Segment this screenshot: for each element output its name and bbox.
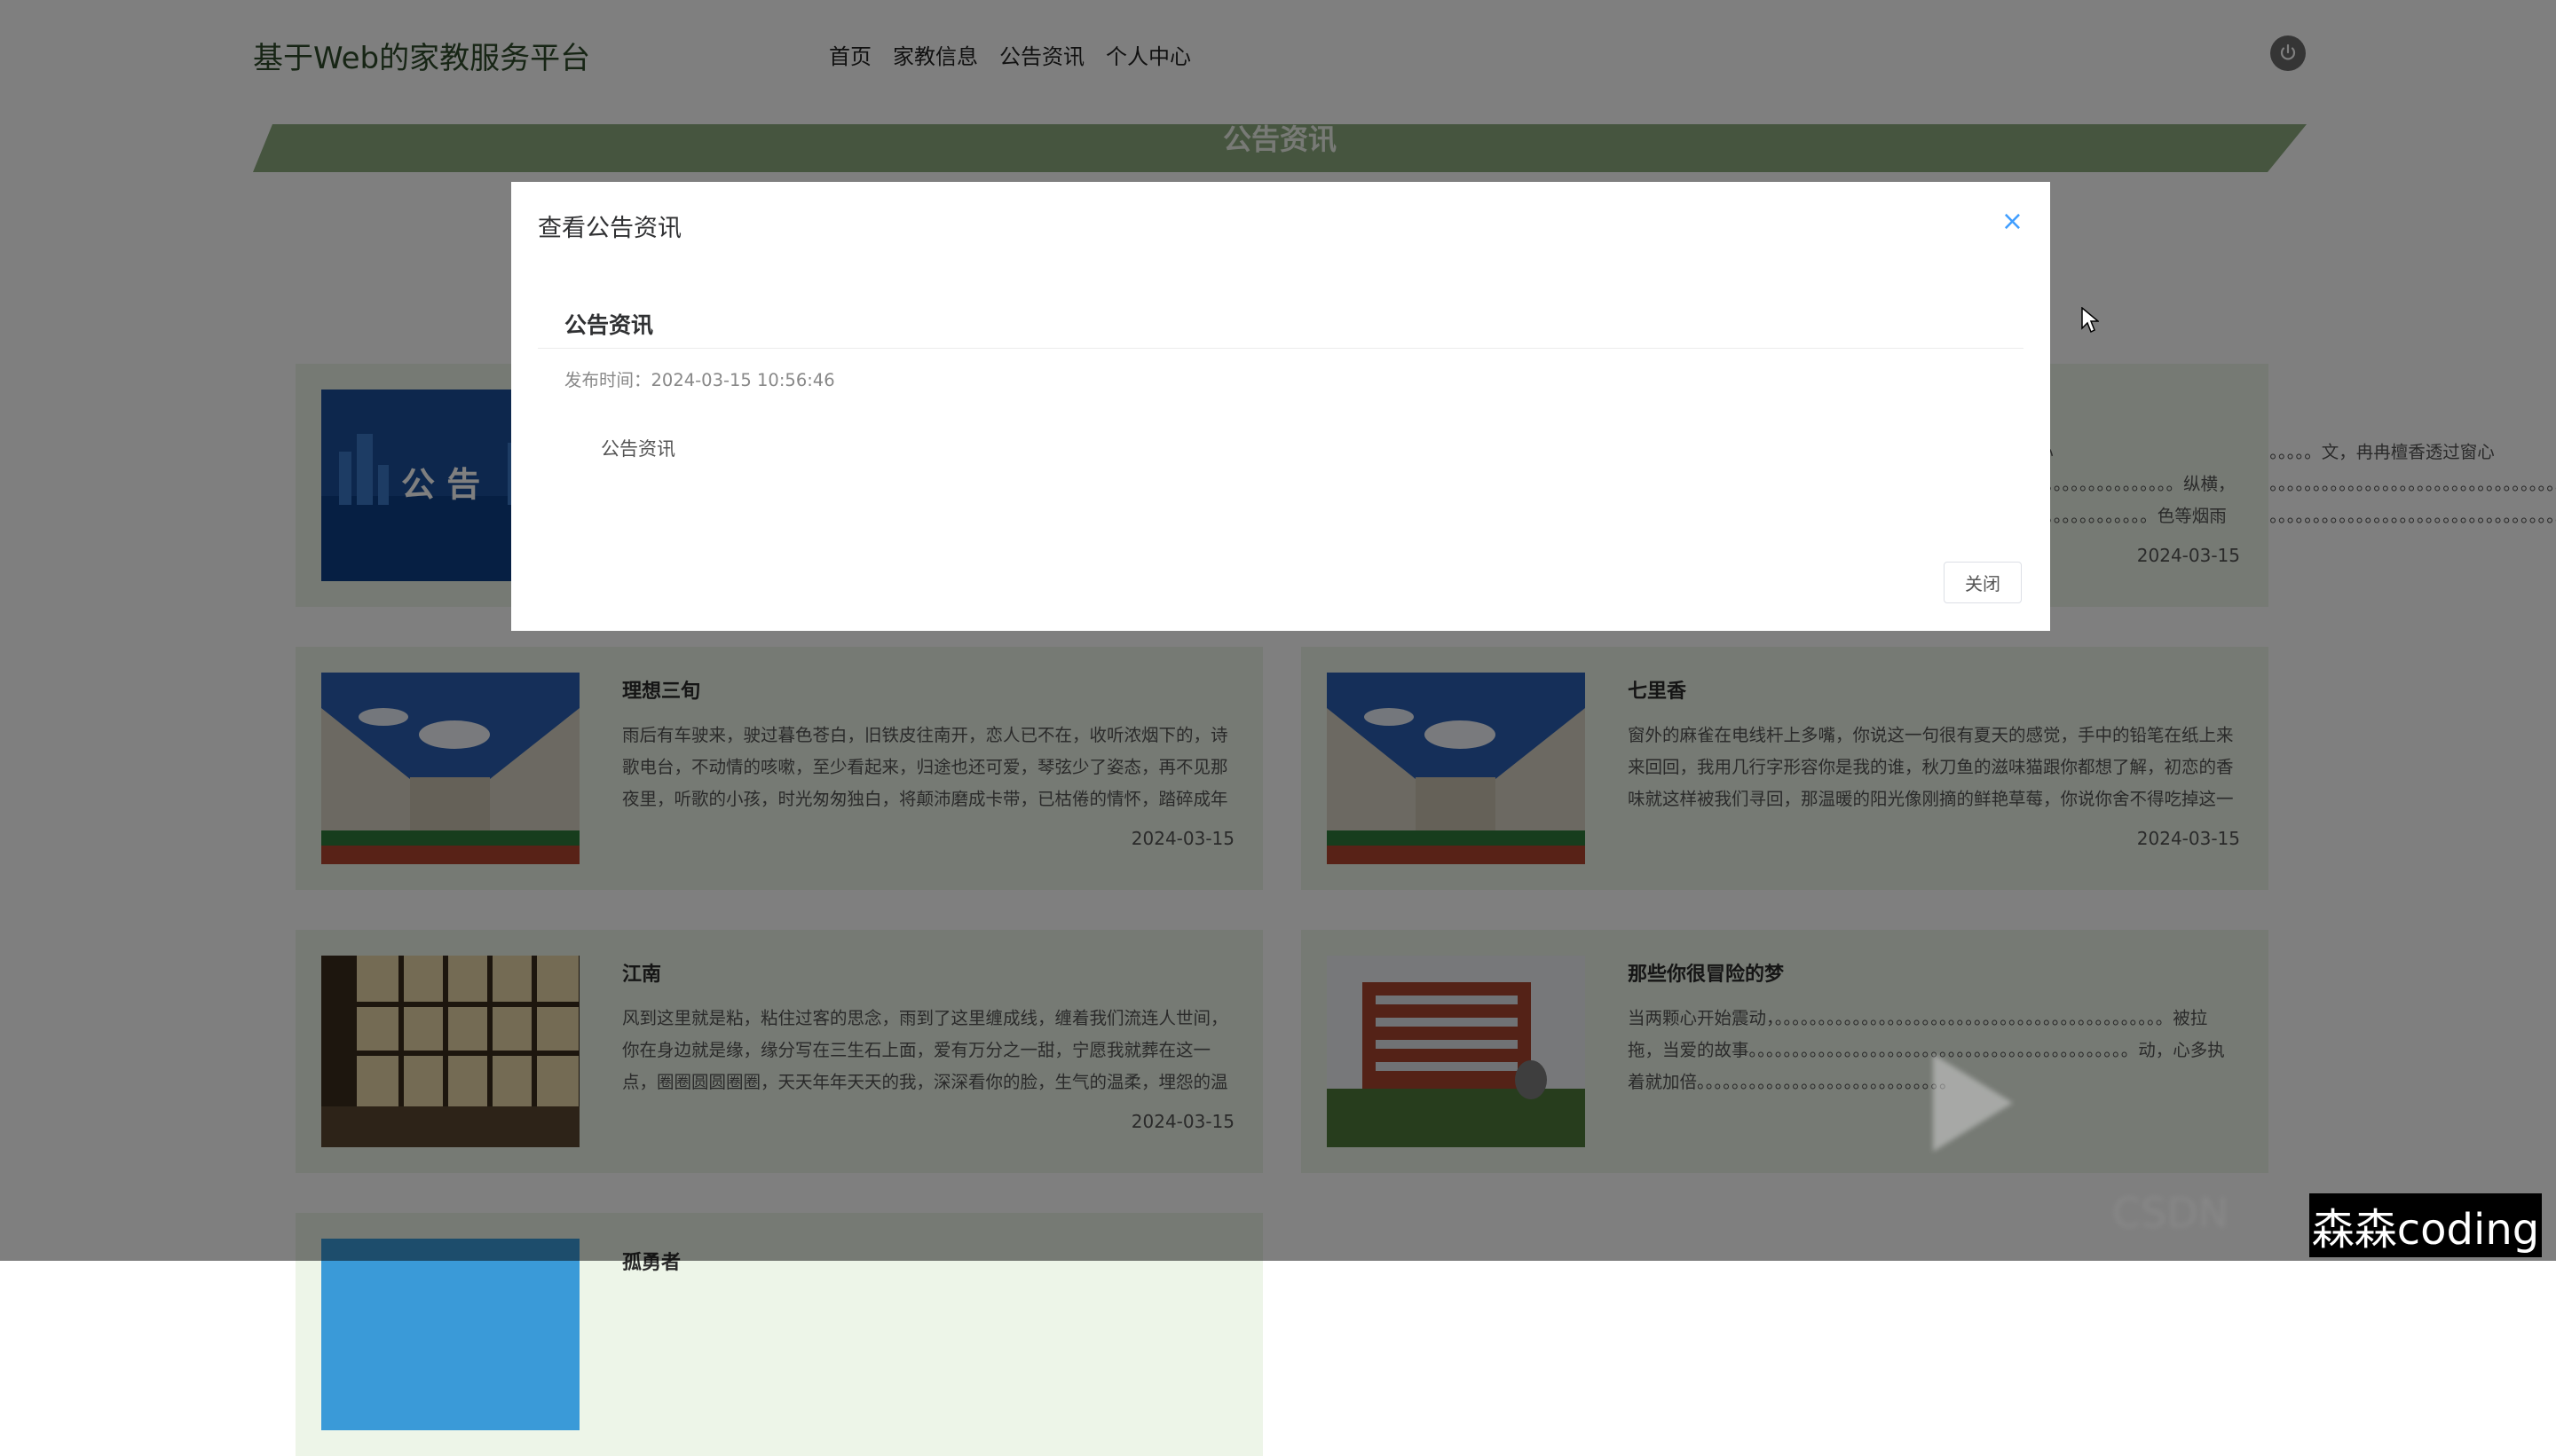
publish-time: 发布时间：2024-03-15 10:56:46 (564, 370, 835, 390)
notice-content: 公告资讯 (601, 438, 675, 460)
notice-title: 公告资讯 (564, 312, 654, 338)
csdn-watermark: CSDN (2112, 1189, 2229, 1237)
divider (538, 348, 2024, 349)
dialog-title: 查看公告资讯 (538, 215, 682, 242)
mouse-cursor-icon (2081, 307, 2099, 334)
close-icon[interactable]: × (2001, 209, 2024, 235)
ev-logo-icon (1933, 1054, 2013, 1152)
card-image (321, 1239, 580, 1430)
view-announcement-dialog: 查看公告资讯 × 公告资讯 发布时间：2024-03-15 10:56:46 公… (511, 182, 2050, 631)
close-button[interactable]: 关闭 (1944, 562, 2022, 603)
author-badge: 森森coding (2309, 1193, 2542, 1257)
